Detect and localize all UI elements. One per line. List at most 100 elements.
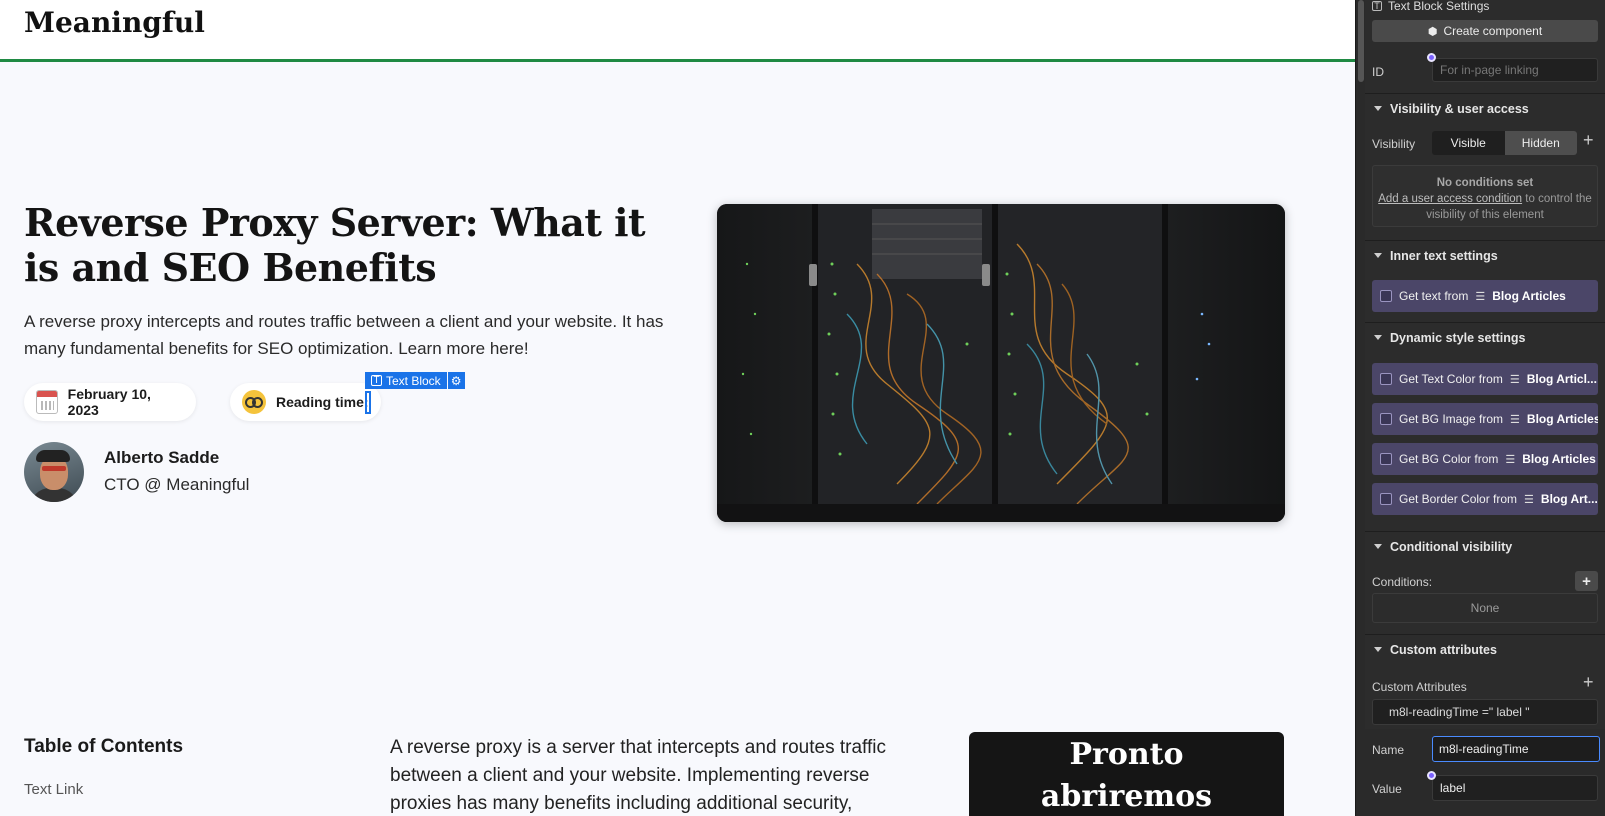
conditions-label: Conditions: — [1372, 575, 1433, 589]
section-conditional-visibility[interactable]: Conditional visibility — [1365, 531, 1605, 561]
chevron-down-icon — [1374, 253, 1382, 258]
border-color-binding[interactable]: Get Border Color from ☰ Blog Art... — [1372, 483, 1598, 515]
binding-prefix: Get BG Image from — [1399, 412, 1504, 426]
section-inner-text[interactable]: Inner text settings — [1365, 240, 1605, 270]
binding-source: Blog Articles — [1492, 289, 1566, 303]
chevron-down-icon — [1374, 544, 1382, 549]
author-role[interactable]: CTO @ Meaningful — [104, 475, 249, 495]
selected-text-block[interactable] — [365, 391, 371, 414]
nerd-face-icon — [242, 390, 266, 414]
date-pill[interactable]: February 10, 2023 — [24, 383, 196, 421]
database-icon: ☰ — [1475, 290, 1486, 303]
chevron-down-icon — [1374, 647, 1382, 652]
conditions-none: None — [1372, 593, 1598, 623]
text-block-icon: T — [1372, 1, 1382, 11]
server-rack-illustration — [717, 204, 1285, 522]
article-title[interactable]: Reverse Proxy Server: What it is and SEO… — [24, 200, 674, 290]
binding-indicator-dot[interactable] — [1427, 771, 1436, 780]
reading-time-pill[interactable]: Reading time: — [230, 383, 381, 421]
binding-indicator-dot[interactable] — [1427, 53, 1436, 62]
promo-line-2: abriremos — [1040, 779, 1213, 814]
selected-element-tag[interactable]: T Text Block ⚙ — [365, 372, 465, 389]
component-icon: ⬢ — [1427, 25, 1438, 38]
attribute-name-value: m8l-readingTime — [1439, 742, 1529, 756]
text-color-binding[interactable]: Get Text Color from ☰ Blog Articl... — [1372, 363, 1598, 395]
binding-source: Blog Articles — [1526, 412, 1598, 426]
existing-attribute-text: m8l-readingTime =" label " — [1389, 705, 1530, 719]
section-custom-attributes[interactable]: Custom attributes — [1365, 634, 1605, 664]
section-visibility-heading: Visibility & user access — [1390, 101, 1529, 116]
toc-title: Table of Contents — [24, 736, 184, 757]
binding-source: Blog Articl... — [1526, 372, 1597, 386]
binding-checkbox[interactable] — [1380, 290, 1392, 302]
bg-color-binding[interactable]: Get BG Color from ☰ Blog Articles — [1372, 443, 1598, 475]
database-icon: ☰ — [1505, 453, 1516, 466]
binding-checkbox[interactable] — [1380, 453, 1392, 465]
server-rack-image[interactable] — [717, 204, 1285, 522]
binding-prefix: Get Border Color from — [1399, 492, 1518, 506]
conditions-box: No conditions set Add a user access cond… — [1372, 165, 1598, 227]
binding-checkbox[interactable] — [1380, 493, 1392, 505]
reading-time-label: Reading time: — [276, 394, 369, 410]
section-visibility[interactable]: Visibility & user access — [1365, 93, 1605, 123]
database-icon: ☰ — [1510, 413, 1520, 426]
visibility-option-hidden[interactable]: Hidden — [1504, 131, 1577, 155]
binding-checkbox[interactable] — [1380, 413, 1392, 425]
design-canvas[interactable]: Meaningful Reverse Proxy Server: What it… — [0, 0, 1355, 816]
id-input[interactable]: For in-page linking — [1432, 58, 1598, 82]
attribute-name-input[interactable]: m8l-readingTime — [1432, 736, 1600, 762]
binding-checkbox[interactable] — [1380, 373, 1392, 385]
existing-attribute-row[interactable]: m8l-readingTime =" label " — [1372, 699, 1598, 725]
add-attribute-icon[interactable]: + — [1583, 672, 1594, 693]
panel-title-text: Text Block Settings — [1388, 0, 1490, 13]
author-avatar — [24, 442, 84, 502]
section-dynamic-style[interactable]: Dynamic style settings — [1365, 322, 1605, 352]
id-placeholder: For in-page linking — [1440, 63, 1539, 77]
custom-attributes-label: Custom Attributes — [1372, 680, 1467, 694]
text-block-tag[interactable]: T Text Block — [365, 372, 447, 389]
settings-panel: T Text Block Settings ⬢ Create component… — [1365, 0, 1605, 816]
attribute-value-text: label — [1440, 781, 1466, 795]
add-condition-button[interactable]: + — [1575, 571, 1598, 591]
section-dynamic-style-heading: Dynamic style settings — [1390, 330, 1526, 345]
create-component-button[interactable]: ⬢ Create component — [1372, 20, 1598, 42]
binding-source: Blog Art... — [1540, 492, 1598, 506]
attribute-value-input[interactable]: label — [1432, 775, 1598, 801]
text-block-tag-label: Text Block — [386, 373, 441, 388]
database-icon: ☰ — [1524, 493, 1534, 506]
panel-title: T Text Block Settings — [1372, 0, 1598, 13]
binding-prefix: Get text from — [1399, 289, 1469, 303]
inner-text-binding[interactable]: Get text from ☰ Blog Articles — [1372, 280, 1598, 312]
bg-image-binding[interactable]: Get BG Image from ☰ Blog Articles — [1372, 403, 1598, 435]
article-description[interactable]: A reverse proxy intercepts and routes tr… — [24, 308, 684, 362]
database-icon: ☰ — [1509, 373, 1520, 386]
panel-scrollbar[interactable] — [1355, 0, 1365, 816]
binding-source: Blog Articles — [1522, 452, 1596, 466]
no-conditions-text: No conditions set — [1436, 177, 1534, 189]
chevron-down-icon — [1374, 335, 1382, 340]
section-conditional-visibility-heading: Conditional visibility — [1390, 539, 1513, 554]
section-inner-text-heading: Inner text settings — [1390, 248, 1498, 263]
visibility-option-visible[interactable]: Visible — [1432, 131, 1505, 155]
attribute-editor: Name m8l-readingTime Value label — [1365, 729, 1605, 816]
promo-line-1: Pronto — [1069, 737, 1184, 772]
add-user-access-link[interactable]: Add a user access condition — [1378, 193, 1522, 205]
add-visibility-icon[interactable]: + — [1583, 130, 1594, 151]
visibility-toggle[interactable]: Visible Hidden — [1432, 131, 1577, 155]
promo-banner[interactable]: Pronto abriremos — [969, 732, 1284, 816]
toc-link[interactable]: Text Link — [24, 781, 83, 798]
conditions-help: Add a user access condition to control t… — [1373, 191, 1597, 223]
visibility-label: Visibility — [1372, 137, 1416, 151]
section-custom-attributes-heading: Custom attributes — [1390, 642, 1497, 657]
text-block-icon: T — [371, 375, 382, 386]
attribute-name-label: Name — [1372, 743, 1405, 757]
gear-icon[interactable]: ⚙ — [447, 372, 465, 389]
article-intro[interactable]: A reverse proxy is a server that interce… — [390, 734, 930, 816]
author-name[interactable]: Alberto Sadde — [104, 448, 219, 468]
calendar-icon — [36, 390, 58, 414]
binding-prefix: Get BG Color from — [1399, 452, 1499, 466]
publish-date: February 10, 2023 — [67, 386, 151, 418]
chevron-down-icon — [1374, 106, 1382, 111]
brand-logo[interactable]: Meaningful — [24, 6, 205, 39]
id-label: ID — [1372, 65, 1384, 79]
